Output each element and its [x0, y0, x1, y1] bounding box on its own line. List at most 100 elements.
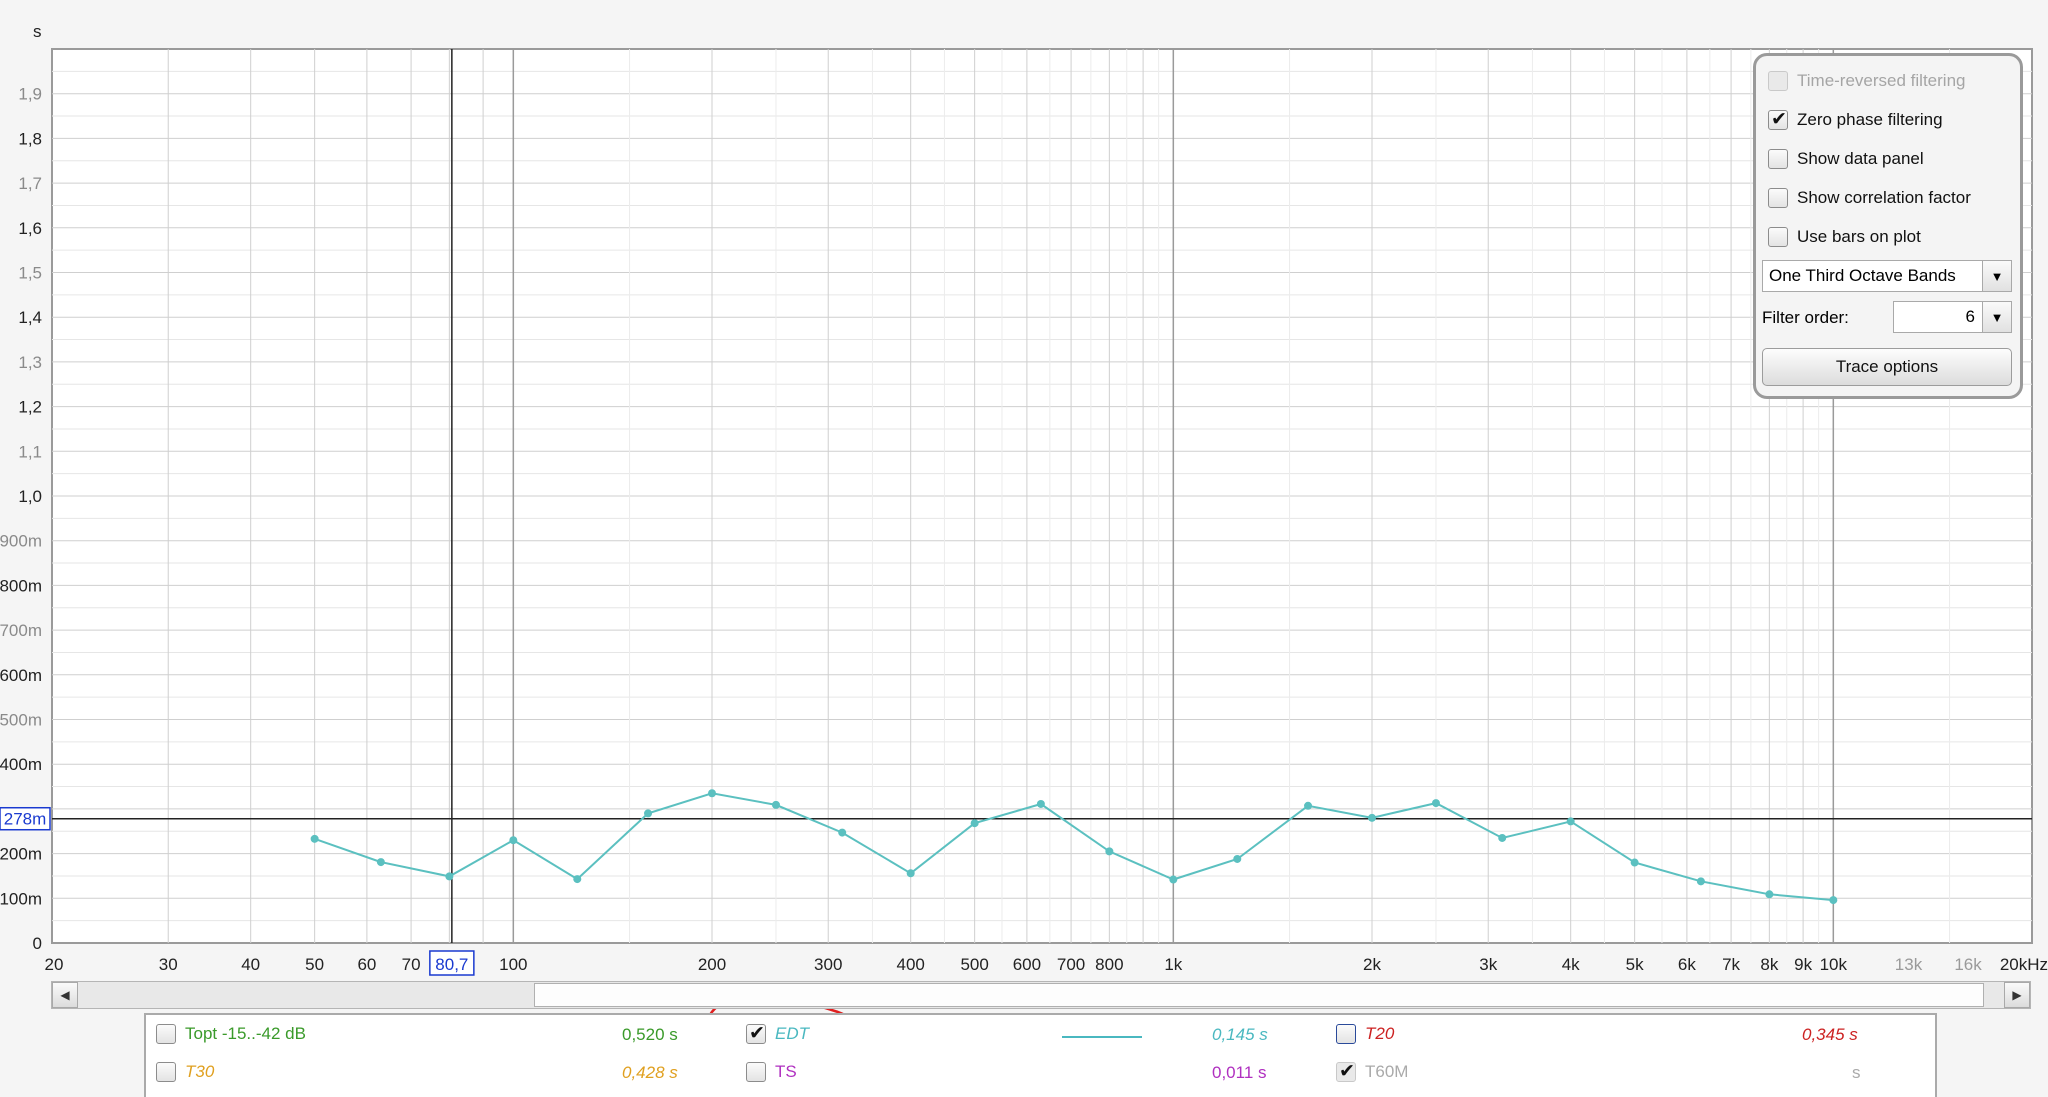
data-point-edt: [1036, 799, 1045, 808]
legend-item-ts[interactable]: TS: [746, 1062, 797, 1082]
ts-value: 0,011 s: [1212, 1063, 1267, 1082]
t20-label: T20: [1365, 1024, 1395, 1043]
t20-value: 0,345 s: [1802, 1025, 1858, 1044]
show-correlation-factor-label: Show correlation factor: [1797, 188, 1971, 207]
zero-phase-filtering-checkbox[interactable]: [1768, 108, 1788, 130]
data-point-edt: [708, 789, 716, 798]
grid: [52, 49, 2032, 943]
t60m-checkbox[interactable]: [1336, 1060, 1356, 1082]
data-point-edt: [573, 875, 582, 884]
x-tick-label: 6k: [1678, 955, 1696, 974]
x-tick-label: 800: [1095, 955, 1123, 974]
use-bars-on-plot-label: Use bars on plot: [1797, 227, 1921, 246]
legend-item-edt[interactable]: EDT: [746, 1022, 809, 1044]
data-point-edt: [1765, 890, 1774, 899]
horizontal-scrollbar[interactable]: ◀ ▶: [51, 981, 2031, 1009]
data-point-edt: [1696, 877, 1705, 886]
edt-checkbox[interactable]: [746, 1022, 766, 1044]
chevron-down-icon[interactable]: ▼: [1982, 302, 2011, 332]
band-select[interactable]: One Third Octave Bands ▼: [1762, 260, 2012, 292]
data-point-edt: [509, 836, 518, 845]
x-tick-label: 600: [1013, 955, 1041, 974]
x-tick-label: 30: [159, 955, 178, 974]
t20-checkbox[interactable]: [1336, 1024, 1356, 1044]
t60m-label: T60M: [1365, 1062, 1409, 1081]
topt-checkbox[interactable]: [156, 1024, 176, 1044]
x-tick-label: 3k: [1479, 955, 1497, 974]
edt-line-swatch: [1062, 1036, 1142, 1038]
data-point-edt: [1630, 858, 1639, 867]
use-bars-on-plot-checkbox[interactable]: [1768, 227, 1788, 247]
filter-order-label: Filter order:: [1762, 308, 1849, 327]
y-tick-label: 1,6: [18, 219, 42, 238]
use-bars-on-plot-option[interactable]: Use bars on plot: [1768, 224, 1921, 250]
y-tick-label: 1,0: [18, 487, 42, 506]
measures-legend: Topt -15..-42 dB 0,520 s T30 0,428 s EDT…: [144, 1013, 1937, 1097]
data-point-edt: [838, 828, 847, 837]
x-tick-label: 60: [357, 955, 376, 974]
time-reversed-filtering-option[interactable]: Time-reversed filtering: [1768, 68, 1965, 94]
x-tick-label: 5k: [1626, 955, 1644, 974]
band-select-value: One Third Octave Bands: [1769, 266, 1956, 285]
legend-item-t60m[interactable]: T60M: [1336, 1060, 1409, 1082]
y-tick-label: 1,9: [18, 85, 42, 104]
x-axis-ticks: 20 30 40 50 60 70 100 200 300 400 500 600 700 800 1k 2k…: [45, 955, 2048, 974]
y-tick-label: 900m: [0, 532, 42, 551]
data-point-edt: [1233, 854, 1242, 863]
data-point-edt: [1431, 799, 1440, 808]
time-reversed-filtering-checkbox[interactable]: [1768, 71, 1788, 91]
show-data-panel-label: Show data panel: [1797, 149, 1924, 168]
show-data-panel-option[interactable]: Show data panel: [1768, 146, 1924, 172]
y-tick-label: 1,1: [18, 442, 42, 461]
t60m-value: s: [1852, 1063, 1861, 1082]
filter-order-value: 6: [1965, 307, 1975, 326]
legend-item-topt[interactable]: Topt -15..-42 dB: [156, 1024, 306, 1044]
x-tick-label: 700: [1057, 955, 1085, 974]
t30-value: 0,428 s: [622, 1063, 678, 1082]
x-tick-label: 40: [241, 955, 260, 974]
data-point-edt: [771, 800, 780, 809]
x-tick-label: 20kHz: [2000, 955, 2048, 974]
data-point-edt: [1169, 875, 1178, 884]
rt-chart[interactable]: 0 100m 200m 400m 500m 600m 700m 800m 900m 1,0 1,1 1…: [0, 0, 2048, 1097]
edt-value: 0,145 s: [1212, 1025, 1268, 1044]
legend-item-t20[interactable]: T20: [1336, 1024, 1394, 1044]
zero-phase-filtering-label: Zero phase filtering: [1797, 110, 1943, 129]
data-point-edt: [1368, 813, 1376, 822]
x-tick-label: 20: [45, 955, 64, 974]
show-correlation-factor-checkbox[interactable]: [1768, 188, 1788, 208]
x-tick-label: 500: [960, 955, 988, 974]
scrollbar-thumb[interactable]: [534, 983, 1984, 1007]
data-point-edt: [1304, 801, 1313, 810]
scroll-left-icon[interactable]: ◀: [52, 982, 78, 1008]
zero-phase-filtering-option[interactable]: Zero phase filtering: [1768, 107, 1943, 133]
x-tick-label: 1k: [1164, 955, 1182, 974]
edt-label: EDT: [775, 1024, 809, 1043]
y-tick-label: 0: [33, 934, 42, 953]
x-tick-label: 4k: [1562, 955, 1580, 974]
data-point-edt: [1498, 833, 1507, 842]
data-point-edt: [445, 872, 454, 881]
y-axis-unit: s: [33, 22, 42, 41]
ts-label: TS: [775, 1062, 797, 1081]
data-point-edt: [970, 819, 979, 828]
x-tick-label: 8k: [1760, 955, 1778, 974]
x-tick-label: 2k: [1363, 955, 1381, 974]
y-tick-label: 1,4: [18, 308, 42, 327]
y-tick-label: 800m: [0, 576, 42, 595]
y-tick-label: 1,3: [18, 353, 42, 372]
filter-order-select[interactable]: 6 ▼: [1893, 301, 2012, 333]
y-tick-label: 600m: [0, 666, 42, 685]
t30-checkbox[interactable]: [156, 1062, 176, 1082]
scroll-right-icon[interactable]: ▶: [2004, 982, 2030, 1008]
show-correlation-factor-option[interactable]: Show correlation factor: [1768, 185, 1971, 211]
show-data-panel-checkbox[interactable]: [1768, 149, 1788, 169]
legend-item-t30[interactable]: T30: [156, 1062, 214, 1082]
chevron-down-icon[interactable]: ▼: [1982, 261, 2011, 291]
ts-checkbox[interactable]: [746, 1062, 766, 1082]
y-tick-label: 700m: [0, 621, 42, 640]
y-tick-label: 1,7: [18, 174, 42, 193]
x-tick-label: 7k: [1722, 955, 1740, 974]
x-tick-label: 9k: [1794, 955, 1812, 974]
trace-options-button[interactable]: Trace options: [1762, 348, 2012, 386]
